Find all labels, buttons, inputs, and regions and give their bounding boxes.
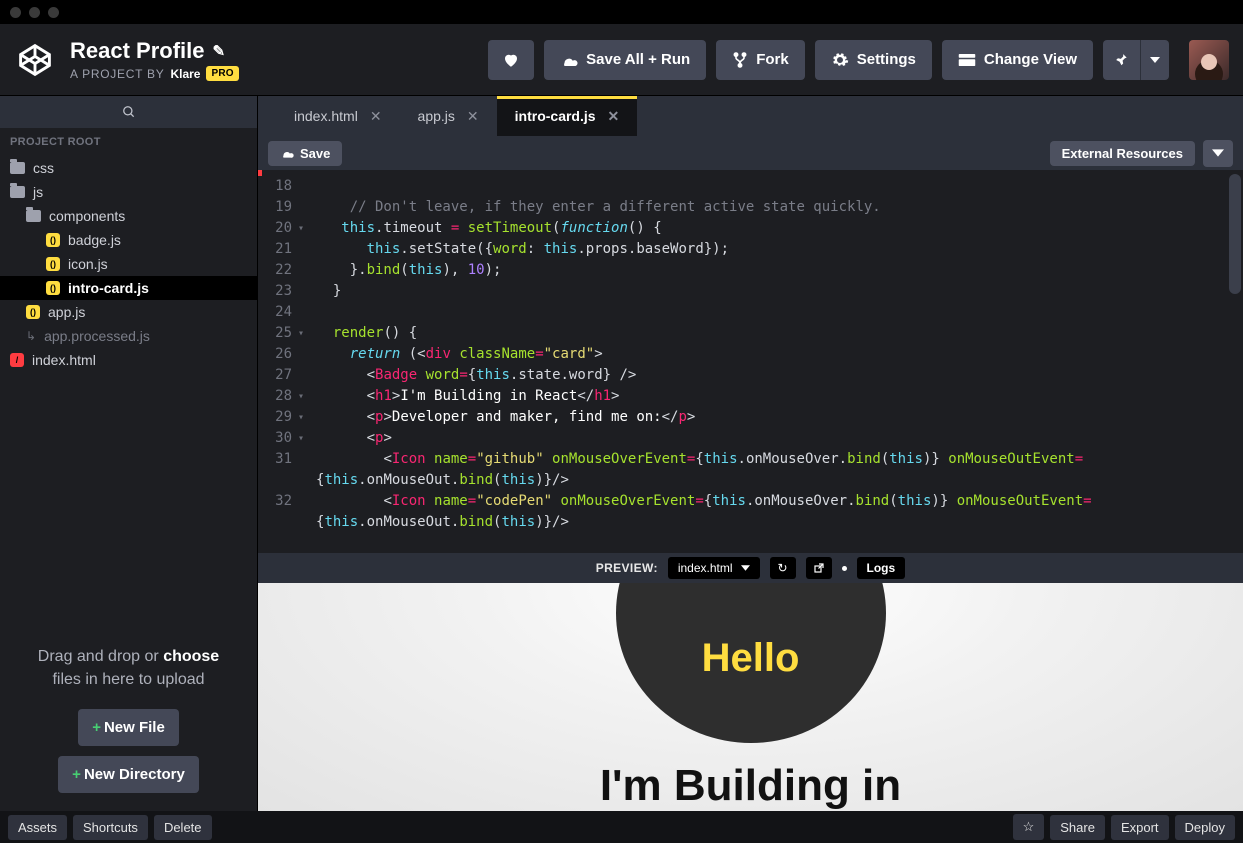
window-zoom-dot[interactable]: [48, 7, 59, 18]
settings-button[interactable]: Settings: [815, 40, 932, 80]
js-file-icon: (): [46, 233, 60, 247]
upload-dropzone[interactable]: Drag and drop or choose files in here to…: [0, 623, 257, 811]
pin-button[interactable]: [1103, 40, 1141, 80]
editor-tabs: index.html✕ app.js✕ intro-card.js✕: [258, 96, 1243, 136]
folder-icon: [10, 162, 25, 174]
file-intro-card-js[interactable]: ()intro-card.js: [0, 276, 257, 300]
dropzone-text-2: files in here to upload: [52, 671, 204, 688]
shortcuts-button[interactable]: Shortcuts: [73, 815, 148, 840]
file-app-processed-js[interactable]: ↳app.processed.js: [0, 324, 257, 348]
folder-icon: [10, 186, 25, 198]
folder-css[interactable]: css: [0, 156, 257, 180]
preview-file-select[interactable]: index.html: [668, 557, 760, 579]
main-panel: index.html✕ app.js✕ intro-card.js✕ Save …: [258, 96, 1243, 811]
js-file-icon: (): [46, 257, 60, 271]
project-root-label: PROJECT ROOT: [0, 128, 257, 156]
js-file-icon: (): [26, 305, 40, 319]
pro-badge: PRO: [206, 66, 238, 81]
folder-icon: [26, 210, 41, 222]
change-view-button[interactable]: Change View: [942, 40, 1093, 80]
close-icon[interactable]: ✕: [370, 108, 382, 125]
assets-button[interactable]: Assets: [8, 815, 67, 840]
dropzone-text-1: Drag and drop or: [38, 648, 163, 665]
star-button[interactable]: ☆: [1013, 814, 1045, 840]
editor-scrollbar[interactable]: [1229, 174, 1241, 549]
preview-refresh-button[interactable]: ↻: [770, 557, 796, 579]
save-button[interactable]: Save: [268, 141, 342, 166]
preview-toolbar: PREVIEW: index.html ↻ Logs: [258, 553, 1243, 583]
code-content[interactable]: // Don't leave, if they enter a differen…: [298, 170, 1243, 553]
file-sidebar: PROJECT ROOT css js components ()badge.j…: [0, 96, 258, 811]
user-avatar[interactable]: [1189, 40, 1229, 80]
delete-button[interactable]: Delete: [154, 815, 212, 840]
heart-button[interactable]: [488, 40, 534, 80]
code-editor[interactable]: 18 19 20 21 22 23 24 25 26 27 28 29 30 3…: [258, 170, 1243, 553]
file-icon-js[interactable]: ()icon.js: [0, 252, 257, 276]
export-button[interactable]: Export: [1111, 815, 1169, 840]
close-icon[interactable]: ✕: [467, 108, 479, 125]
html-file-icon: /: [10, 353, 24, 367]
js-file-icon: (): [46, 281, 60, 295]
save-all-run-button[interactable]: Save All + Run: [544, 40, 706, 80]
app-header: React Profile ✎ A PROJECT BY Klare PRO S…: [0, 24, 1243, 96]
file-tree: css js components ()badge.js ()icon.js (…: [0, 156, 257, 372]
project-title[interactable]: React Profile: [70, 38, 205, 64]
file-badge-js[interactable]: ()badge.js: [0, 228, 257, 252]
editor-toolbar: Save External Resources: [258, 136, 1243, 170]
tab-intro-card-js[interactable]: intro-card.js✕: [497, 96, 638, 136]
tab-app-js[interactable]: app.js✕: [400, 96, 497, 136]
new-directory-button[interactable]: +New Directory: [58, 756, 199, 793]
window-close-dot[interactable]: [10, 7, 21, 18]
logs-button[interactable]: Logs: [857, 557, 906, 579]
file-app-js[interactable]: ()app.js: [0, 300, 257, 324]
fork-button[interactable]: Fork: [716, 40, 805, 80]
close-icon[interactable]: ✕: [608, 108, 620, 125]
project-by-label: A PROJECT BY: [70, 67, 164, 81]
file-index-html[interactable]: /index.html: [0, 348, 257, 372]
author-link[interactable]: Klare: [170, 67, 200, 81]
deploy-button[interactable]: Deploy: [1175, 815, 1235, 840]
window-titlebar: [0, 0, 1243, 24]
editor-options-button[interactable]: [1203, 140, 1233, 167]
preview-popout-button[interactable]: [806, 557, 832, 579]
editor-marker: [258, 170, 262, 176]
preview-label: PREVIEW:: [596, 561, 658, 575]
line-gutter: 18 19 20 21 22 23 24 25 26 27 28 29 30 3…: [258, 170, 298, 553]
pin-dropdown-button[interactable]: [1141, 40, 1169, 80]
edit-title-icon[interactable]: ✎: [213, 42, 226, 60]
preview-heading: I'm Building in: [600, 761, 901, 811]
external-resources-button[interactable]: External Resources: [1050, 141, 1195, 166]
preview-pane[interactable]: Hello I'm Building in: [258, 583, 1243, 811]
sidebar-search-button[interactable]: [0, 96, 257, 128]
folder-components[interactable]: components: [0, 204, 257, 228]
choose-link[interactable]: choose: [163, 648, 219, 665]
bottom-bar: Assets Shortcuts Delete ☆ Share Export D…: [0, 811, 1243, 843]
generated-file-icon: ↳: [26, 329, 36, 343]
tab-index-html[interactable]: index.html✕: [276, 96, 400, 136]
preview-status-dot: [842, 566, 847, 571]
codepen-logo[interactable]: [14, 39, 56, 81]
window-minimize-dot[interactable]: [29, 7, 40, 18]
preview-badge-text: Hello: [702, 636, 800, 681]
new-file-button[interactable]: +New File: [78, 709, 179, 746]
share-button[interactable]: Share: [1050, 815, 1105, 840]
star-icon: ☆: [1023, 819, 1035, 834]
folder-js[interactable]: js: [0, 180, 257, 204]
preview-badge-circle: Hello: [616, 583, 886, 743]
